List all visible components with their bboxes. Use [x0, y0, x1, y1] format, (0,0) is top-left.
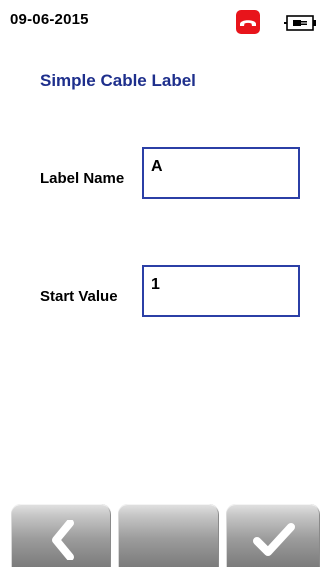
- chevron-left-icon: [52, 520, 74, 560]
- screen: 09-06-2015 Simple Cable Label Label Name…: [0, 0, 320, 567]
- middle-button[interactable]: [118, 504, 219, 567]
- back-button[interactable]: [11, 504, 111, 567]
- phone-hangup-glyph: [240, 20, 256, 26]
- label-name-input[interactable]: A: [142, 147, 300, 199]
- confirm-button[interactable]: [226, 504, 320, 567]
- checkmark-icon: [253, 523, 295, 556]
- start-value-value: 1: [151, 276, 160, 293]
- page-title: Simple Cable Label: [40, 71, 196, 90]
- battery-plug-icon: [284, 14, 316, 32]
- status-date: 09-06-2015: [10, 11, 89, 28]
- start-value-label: Start Value: [40, 288, 118, 305]
- label-name-label: Label Name: [40, 170, 125, 187]
- start-value-input[interactable]: 1: [142, 265, 300, 317]
- phone-hangup-icon[interactable]: [236, 10, 260, 34]
- label-name-value: A: [151, 158, 163, 175]
- status-bar: 09-06-2015: [0, 0, 320, 40]
